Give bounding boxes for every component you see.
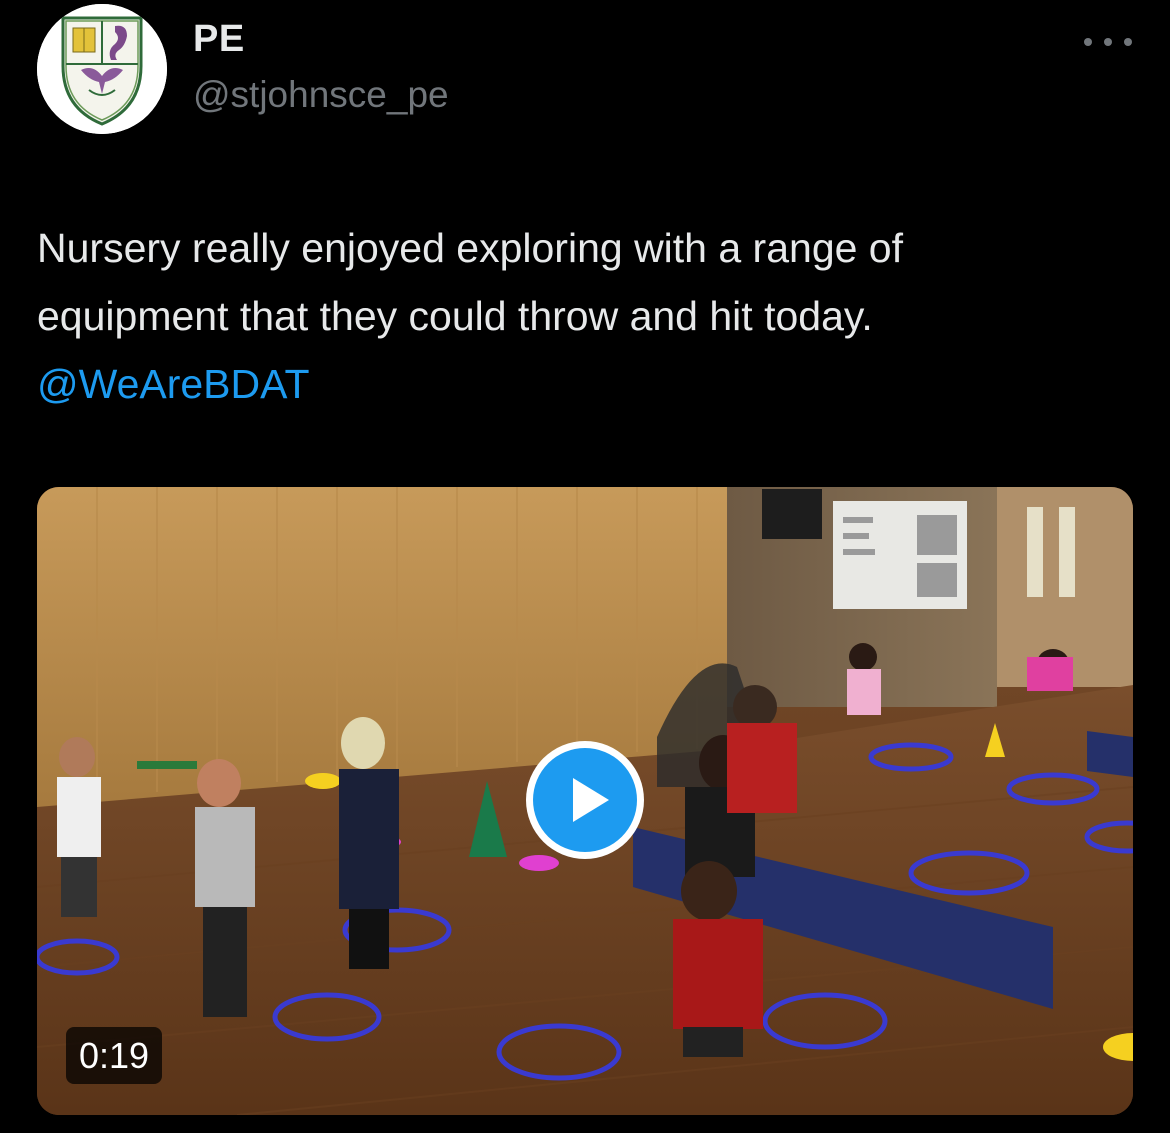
tweet[interactable]: PE @stjohnsce_pe Nursery really enjoyed … [0,0,1170,1133]
more-dot [1104,38,1112,46]
tweet-text: Nursery really enjoyed exploring with a … [37,214,1147,418]
tweet-text-line: Nursery really enjoyed exploring with a … [37,225,904,271]
play-button[interactable] [526,741,644,859]
tweet-text-line: equipment that they could throw and hit … [37,293,873,339]
author-handle[interactable]: @stjohnsce_pe [193,74,449,116]
school-crest-icon [37,4,167,134]
video-duration: 0:19 [66,1027,163,1084]
more-dot [1124,38,1132,46]
more-dot [1084,38,1092,46]
author-display-name[interactable]: PE [193,18,245,61]
mention-link[interactable]: @WeAreBDAT [37,350,1147,418]
author-avatar[interactable] [37,4,167,134]
more-options-icon[interactable] [1084,30,1132,54]
play-icon [573,778,609,822]
